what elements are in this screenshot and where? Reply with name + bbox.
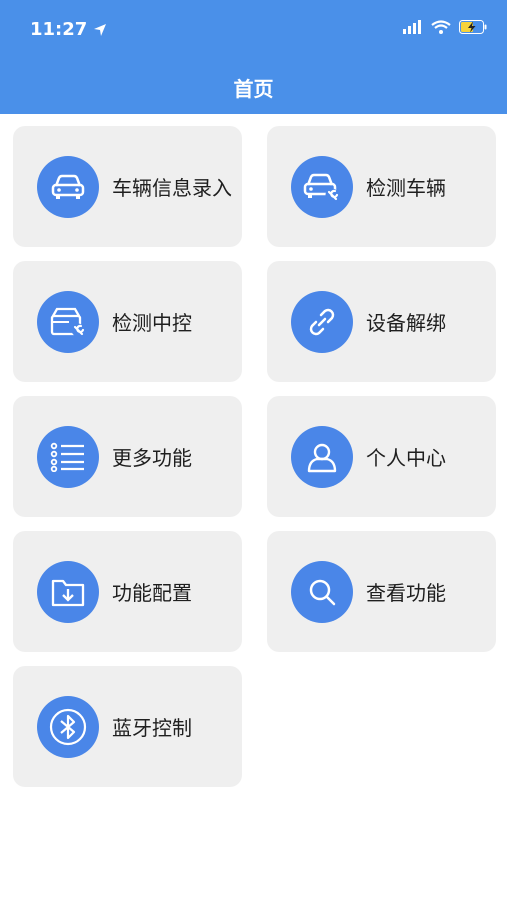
menu-card-inspect-vehicle[interactable]: 检测车辆 [267, 126, 496, 247]
menu-card-inspection-console[interactable]: 检测中控 [13, 261, 242, 382]
time-text: 11:27 [30, 19, 88, 40]
console-wrench-icon [37, 290, 99, 353]
menu-card-device-unbind[interactable]: 设备解绑 [267, 261, 496, 382]
wifi-icon [431, 20, 451, 34]
signal-icon [403, 20, 421, 34]
menu-card-label: 检测车辆 [366, 176, 446, 200]
folder-download-icon [37, 560, 99, 623]
menu-card-label: 更多功能 [112, 446, 192, 470]
status-indicators [403, 20, 487, 34]
menu-card-label: 查看功能 [366, 581, 446, 605]
location-arrow-icon [94, 23, 107, 36]
search-icon [291, 560, 353, 623]
menu-card-label: 蓝牙控制 [112, 716, 192, 740]
list-icon [37, 425, 99, 488]
car-icon [37, 155, 99, 218]
status-time: 11:27 [30, 19, 107, 40]
menu-card-label: 功能配置 [112, 581, 192, 605]
menu-card-label: 个人中心 [366, 446, 446, 470]
battery-charging-icon [459, 20, 487, 34]
app-header: 11:27 首页 [0, 0, 507, 114]
menu-card-label: 检测中控 [112, 311, 192, 335]
menu-card-bluetooth-control[interactable]: 蓝牙控制 [13, 666, 242, 787]
menu-card-personal-center[interactable]: 个人中心 [267, 396, 496, 517]
menu-card-label: 设备解绑 [366, 311, 446, 335]
car-wrench-icon [291, 155, 353, 218]
menu-card-vehicle-info-entry[interactable]: 车辆信息录入 [13, 126, 242, 247]
status-bar: 11:27 [0, 0, 507, 60]
menu-card-function-config[interactable]: 功能配置 [13, 531, 242, 652]
menu-card-label: 车辆信息录入 [112, 176, 232, 200]
page-title: 首页 [233, 77, 274, 101]
menu-card-view-functions[interactable]: 查看功能 [267, 531, 496, 652]
menu-card-more-functions[interactable]: 更多功能 [13, 396, 242, 517]
user-icon [291, 425, 353, 488]
link-icon [291, 290, 353, 353]
bluetooth-icon [37, 695, 99, 758]
